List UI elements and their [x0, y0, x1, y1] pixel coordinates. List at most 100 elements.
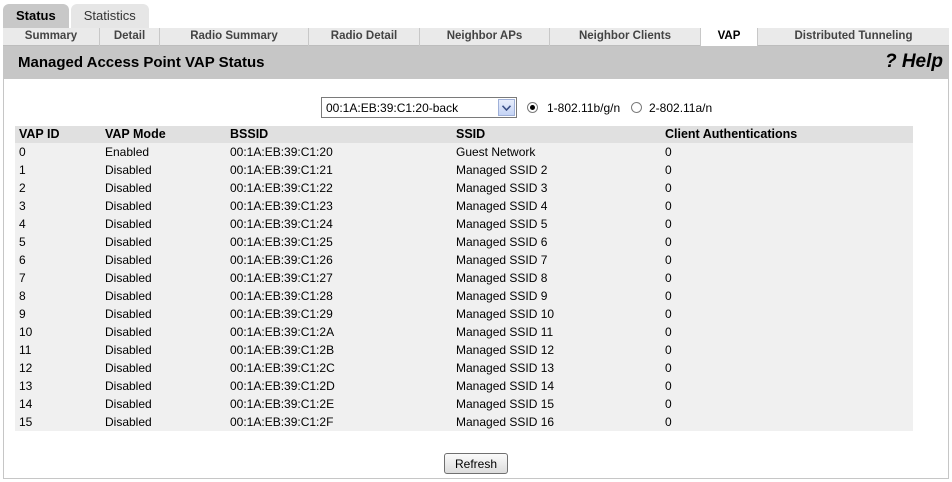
- ssid-cell: Managed SSID 12: [452, 341, 661, 359]
- vap-id-cell: 13: [15, 377, 101, 395]
- ssid-cell: Managed SSID 10: [452, 305, 661, 323]
- vap-mode-cell: Disabled: [101, 215, 226, 233]
- client-auth-cell: 0: [661, 287, 913, 305]
- vap-mode-cell: Disabled: [101, 179, 226, 197]
- table-row: 14 Disabled 00:1A:EB:39:C1:2E Managed SSID …: [15, 395, 913, 413]
- bssid-cell: 00:1A:EB:39:C1:2C: [226, 359, 452, 377]
- vap-mode-cell: Disabled: [101, 341, 226, 359]
- radio-80211an[interactable]: [631, 102, 642, 113]
- bssid-cell: 00:1A:EB:39:C1:29: [226, 305, 452, 323]
- subtab-neighbor-clients[interactable]: Neighbor Clients: [550, 28, 701, 46]
- bssid-cell: 00:1A:EB:39:C1:2B: [226, 341, 452, 359]
- vap-id-cell: 5: [15, 233, 101, 251]
- subtab-distributed-tunneling[interactable]: Distributed Tunneling: [758, 28, 949, 46]
- vap-id-cell: 8: [15, 287, 101, 305]
- bssid-cell: 00:1A:EB:39:C1:21: [226, 161, 452, 179]
- tab-statistics[interactable]: Statistics: [70, 4, 149, 28]
- ssid-cell: Managed SSID 14: [452, 377, 661, 395]
- bssid-cell: 00:1A:EB:39:C1:2A: [226, 323, 452, 341]
- vap-mode-cell: Disabled: [101, 251, 226, 269]
- subtab-radio-summary[interactable]: Radio Summary: [160, 28, 309, 46]
- vap-id-cell: 9: [15, 305, 101, 323]
- tab-status[interactable]: Status: [3, 4, 69, 28]
- ssid-cell: Guest Network: [452, 143, 661, 161]
- subtab-summary[interactable]: Summary: [3, 28, 100, 46]
- client-auth-cell: 0: [661, 215, 913, 233]
- client-auth-cell: 0: [661, 161, 913, 179]
- table-row: 11 Disabled 00:1A:EB:39:C1:2B Managed SSID …: [15, 341, 913, 359]
- radio-80211bgn[interactable]: [527, 102, 538, 113]
- ap-select[interactable]: 00:1A:EB:39:C1:20-back: [321, 97, 517, 118]
- ssid-cell: Managed SSID 2: [452, 161, 661, 179]
- vap-table: VAP ID VAP Mode BSSID SSID Client Authen…: [15, 126, 913, 431]
- subtab-neighbor-aps[interactable]: Neighbor APs: [420, 28, 550, 46]
- subtab-detail[interactable]: Detail: [100, 28, 160, 46]
- table-row: 8 Disabled 00:1A:EB:39:C1:28 Managed SSID 9…: [15, 287, 913, 305]
- page-title: Managed Access Point VAP Status: [18, 54, 265, 71]
- vap-id-cell: 14: [15, 395, 101, 413]
- client-auth-cell: 0: [661, 305, 913, 323]
- bssid-cell: 00:1A:EB:39:C1:20: [226, 143, 452, 161]
- help-link[interactable]: ? Help: [885, 51, 943, 73]
- chevron-down-icon[interactable]: [498, 99, 515, 116]
- bssid-cell: 00:1A:EB:39:C1:23: [226, 197, 452, 215]
- client-auth-cell: 0: [661, 179, 913, 197]
- table-row: 2 Disabled 00:1A:EB:39:C1:22 Managed SSID 3…: [15, 179, 913, 197]
- client-auth-cell: 0: [661, 251, 913, 269]
- table-row: 1 Disabled 00:1A:EB:39:C1:21 Managed SSID 2…: [15, 161, 913, 179]
- table-row: 12 Disabled 00:1A:EB:39:C1:2C Managed SSID …: [15, 359, 913, 377]
- ssid-cell: Managed SSID 8: [452, 269, 661, 287]
- table-row: 3 Disabled 00:1A:EB:39:C1:23 Managed SSID 4…: [15, 197, 913, 215]
- vap-id-cell: 7: [15, 269, 101, 287]
- client-auth-cell: 0: [661, 323, 913, 341]
- vap-id-cell: 0: [15, 143, 101, 161]
- vap-mode-cell: Disabled: [101, 413, 226, 431]
- vap-mode-cell: Disabled: [101, 305, 226, 323]
- vap-id-cell: 2: [15, 179, 101, 197]
- sub-tab-bar: Summary Detail Radio Summary Radio Detai…: [3, 28, 949, 46]
- radio-80211an-label: 2-802.11a/n: [649, 101, 713, 115]
- bssid-cell: 00:1A:EB:39:C1:26: [226, 251, 452, 269]
- client-auth-cell: 0: [661, 269, 913, 287]
- client-auth-cell: 0: [661, 395, 913, 413]
- radio-selected-dot: [530, 105, 535, 110]
- table-row: 9 Disabled 00:1A:EB:39:C1:29 Managed SSID 1…: [15, 305, 913, 323]
- vap-id-cell: 1: [15, 161, 101, 179]
- table-header-row: VAP ID VAP Mode BSSID SSID Client Authen…: [15, 126, 913, 143]
- client-auth-cell: 0: [661, 359, 913, 377]
- ssid-cell: Managed SSID 4: [452, 197, 661, 215]
- ssid-cell: Managed SSID 9: [452, 287, 661, 305]
- vap-status-page: Status Statistics Summary Detail Radio S…: [0, 0, 952, 482]
- ssid-cell: Managed SSID 6: [452, 233, 661, 251]
- bssid-cell: 00:1A:EB:39:C1:22: [226, 179, 452, 197]
- bssid-cell: 00:1A:EB:39:C1:2F: [226, 413, 452, 431]
- vap-mode-cell: Disabled: [101, 287, 226, 305]
- table-row: 4 Disabled 00:1A:EB:39:C1:24 Managed SSID 5…: [15, 215, 913, 233]
- vap-id-cell: 15: [15, 413, 101, 431]
- vap-mode-cell: Disabled: [101, 323, 226, 341]
- col-vap-mode: VAP Mode: [101, 126, 226, 143]
- ssid-cell: Managed SSID 3: [452, 179, 661, 197]
- vap-id-cell: 4: [15, 215, 101, 233]
- col-ssid: SSID: [452, 126, 661, 143]
- refresh-button[interactable]: Refresh: [444, 453, 508, 474]
- bssid-cell: 00:1A:EB:39:C1:25: [226, 233, 452, 251]
- bssid-cell: 00:1A:EB:39:C1:2E: [226, 395, 452, 413]
- client-auth-cell: 0: [661, 197, 913, 215]
- vap-mode-cell: Disabled: [101, 269, 226, 287]
- table-row: 15 Disabled 00:1A:EB:39:C1:2F Managed SSID …: [15, 413, 913, 431]
- client-auth-cell: 0: [661, 377, 913, 395]
- subtab-radio-detail[interactable]: Radio Detail: [309, 28, 420, 46]
- ssid-cell: Managed SSID 16: [452, 413, 661, 431]
- vap-mode-cell: Disabled: [101, 377, 226, 395]
- col-bssid: BSSID: [226, 126, 452, 143]
- bssid-cell: 00:1A:EB:39:C1:28: [226, 287, 452, 305]
- top-tab-bar: Status Statistics: [3, 4, 149, 28]
- ssid-cell: Managed SSID 5: [452, 215, 661, 233]
- client-auth-cell: 0: [661, 413, 913, 431]
- table-row: 0 Enabled 00:1A:EB:39:C1:20 Guest Network 0: [15, 143, 913, 161]
- ssid-cell: Managed SSID 15: [452, 395, 661, 413]
- subtab-vap[interactable]: VAP: [701, 28, 758, 46]
- title-bar: Managed Access Point VAP Status ? Help: [3, 46, 949, 79]
- radio-80211bgn-label: 1-802.11b/g/n: [547, 101, 621, 115]
